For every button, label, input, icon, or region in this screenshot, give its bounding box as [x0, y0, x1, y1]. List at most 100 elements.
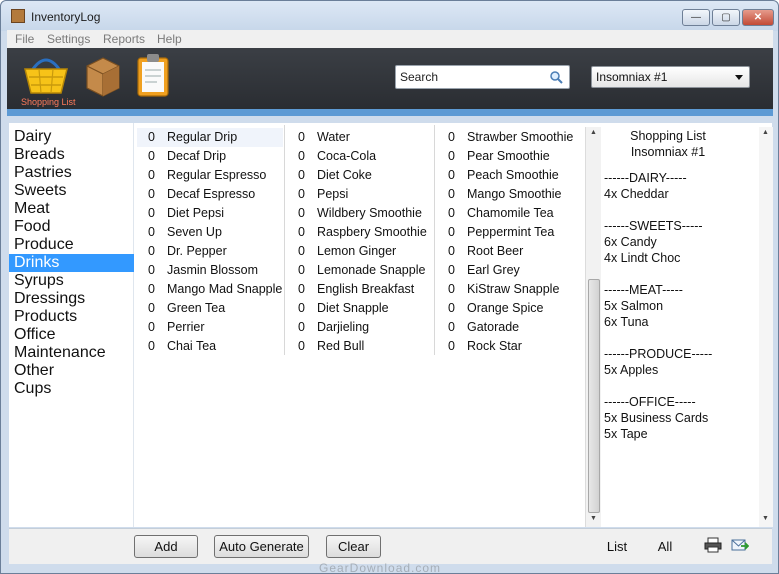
clipboard-icon[interactable]: [135, 52, 171, 98]
item-quantity[interactable]: 0: [437, 337, 455, 356]
category-sweets[interactable]: Sweets: [9, 182, 134, 200]
category-syrups[interactable]: Syrups: [9, 272, 134, 290]
item-quantity[interactable]: 0: [437, 147, 455, 166]
item-quantity[interactable]: 0: [137, 147, 155, 166]
category-produce[interactable]: Produce: [9, 236, 134, 254]
item-quantity[interactable]: 0: [287, 337, 305, 356]
menu-file[interactable]: File: [15, 32, 34, 46]
all-view-button[interactable]: All: [645, 536, 685, 557]
item-row[interactable]: 0 Wildbery Smoothie: [287, 204, 433, 223]
item-row[interactable]: 0 Lemon Ginger: [287, 242, 433, 261]
item-quantity[interactable]: 0: [287, 261, 305, 280]
item-row[interactable]: 0 KiStraw Snapple: [437, 280, 583, 299]
item-row[interactable]: 0 Pear Smoothie: [437, 147, 583, 166]
item-row[interactable]: 0 Regular Espresso: [137, 166, 283, 185]
search-icon[interactable]: [549, 70, 563, 84]
item-row[interactable]: 0 Coca-Cola: [287, 147, 433, 166]
category-pastries[interactable]: Pastries: [9, 164, 134, 182]
item-quantity[interactable]: 0: [437, 280, 455, 299]
item-row[interactable]: 0 Gatorade: [437, 318, 583, 337]
item-row[interactable]: 0 Green Tea: [137, 299, 283, 318]
item-row[interactable]: 0 Peach Smoothie: [437, 166, 583, 185]
item-row[interactable]: 0 Decaf Drip: [137, 147, 283, 166]
item-row[interactable]: 0 Rock Star: [437, 337, 583, 356]
item-row[interactable]: 0 Seven Up: [137, 223, 283, 242]
category-food[interactable]: Food: [9, 218, 134, 236]
scroll-down-icon[interactable]: ▼: [590, 515, 597, 522]
scroll-up-icon[interactable]: ▲: [762, 129, 769, 136]
category-products[interactable]: Products: [9, 308, 134, 326]
category-breads[interactable]: Breads: [9, 146, 134, 164]
list-view-button[interactable]: List: [595, 536, 639, 557]
category-drinks[interactable]: Drinks: [9, 254, 134, 272]
search-input[interactable]: Search: [395, 65, 570, 89]
item-row[interactable]: 0 Diet Snapple: [287, 299, 433, 318]
item-row[interactable]: 0 Dr. Pepper: [137, 242, 283, 261]
item-row[interactable]: 0 Chai Tea: [137, 337, 283, 356]
shopping-list-scrollbar[interactable]: ▲ ▼: [759, 127, 773, 527]
item-quantity[interactable]: 0: [437, 204, 455, 223]
item-quantity[interactable]: 0: [287, 280, 305, 299]
menu-help[interactable]: Help: [157, 32, 182, 46]
item-quantity[interactable]: 0: [137, 185, 155, 204]
email-export-icon[interactable]: [731, 537, 749, 553]
item-quantity[interactable]: 0: [137, 318, 155, 337]
scroll-up-icon[interactable]: ▲: [590, 129, 597, 136]
item-grid-scrollbar[interactable]: ▲ ▼: [585, 127, 601, 527]
box-icon[interactable]: [83, 54, 123, 98]
menu-settings[interactable]: Settings: [47, 32, 90, 46]
item-quantity[interactable]: 0: [137, 223, 155, 242]
item-row[interactable]: 0 Darjieling: [287, 318, 433, 337]
item-row[interactable]: 0 Orange Spice: [437, 299, 583, 318]
item-quantity[interactable]: 0: [437, 242, 455, 261]
item-quantity[interactable]: 0: [137, 166, 155, 185]
item-quantity[interactable]: 0: [287, 223, 305, 242]
item-row[interactable]: 0 Raspbery Smoothie: [287, 223, 433, 242]
item-quantity[interactable]: 0: [137, 299, 155, 318]
item-row[interactable]: 0 Perrier: [137, 318, 283, 337]
scrollbar-thumb[interactable]: [588, 279, 600, 513]
category-cups[interactable]: Cups: [9, 380, 134, 398]
item-row[interactable]: 0 Mango Smoothie: [437, 185, 583, 204]
item-quantity[interactable]: 0: [137, 337, 155, 356]
item-row[interactable]: 0 English Breakfast: [287, 280, 433, 299]
item-quantity[interactable]: 0: [287, 299, 305, 318]
item-quantity[interactable]: 0: [137, 128, 155, 147]
category-office[interactable]: Office: [9, 326, 134, 344]
item-quantity[interactable]: 0: [137, 242, 155, 261]
minimize-button[interactable]: —: [682, 9, 710, 26]
category-other[interactable]: Other: [9, 362, 134, 380]
item-quantity[interactable]: 0: [437, 223, 455, 242]
item-row[interactable]: 0 Mango Mad Snapple: [137, 280, 283, 299]
clear-button[interactable]: Clear: [326, 535, 381, 558]
item-quantity[interactable]: 0: [137, 280, 155, 299]
scroll-down-icon[interactable]: ▼: [762, 515, 769, 522]
item-row[interactable]: 0 Peppermint Tea: [437, 223, 583, 242]
item-quantity[interactable]: 0: [437, 261, 455, 280]
print-icon[interactable]: [704, 537, 722, 553]
item-quantity[interactable]: 0: [137, 261, 155, 280]
item-quantity[interactable]: 0: [287, 147, 305, 166]
item-quantity[interactable]: 0: [287, 128, 305, 147]
item-row[interactable]: 0 Diet Coke: [287, 166, 433, 185]
category-dressings[interactable]: Dressings: [9, 290, 134, 308]
item-row[interactable]: 0 Root Beer: [437, 242, 583, 261]
add-button[interactable]: Add: [134, 535, 198, 558]
category-maintenance[interactable]: Maintenance: [9, 344, 134, 362]
item-row[interactable]: 0 Jasmin Blossom: [137, 261, 283, 280]
item-row[interactable]: 0 Regular Drip: [137, 128, 283, 147]
item-quantity[interactable]: 0: [437, 185, 455, 204]
item-quantity[interactable]: 0: [287, 166, 305, 185]
item-row[interactable]: 0 Diet Pepsi: [137, 204, 283, 223]
auto-generate-button[interactable]: Auto Generate: [214, 535, 309, 558]
item-row[interactable]: 0 Earl Grey: [437, 261, 583, 280]
category-dairy[interactable]: Dairy: [9, 128, 134, 146]
item-quantity[interactable]: 0: [287, 185, 305, 204]
shopping-basket-icon[interactable]: [21, 51, 71, 97]
item-quantity[interactable]: 0: [437, 166, 455, 185]
item-quantity[interactable]: 0: [437, 128, 455, 147]
menu-reports[interactable]: Reports: [103, 32, 145, 46]
item-row[interactable]: 0 Pepsi: [287, 185, 433, 204]
item-quantity[interactable]: 0: [287, 242, 305, 261]
category-meat[interactable]: Meat: [9, 200, 134, 218]
